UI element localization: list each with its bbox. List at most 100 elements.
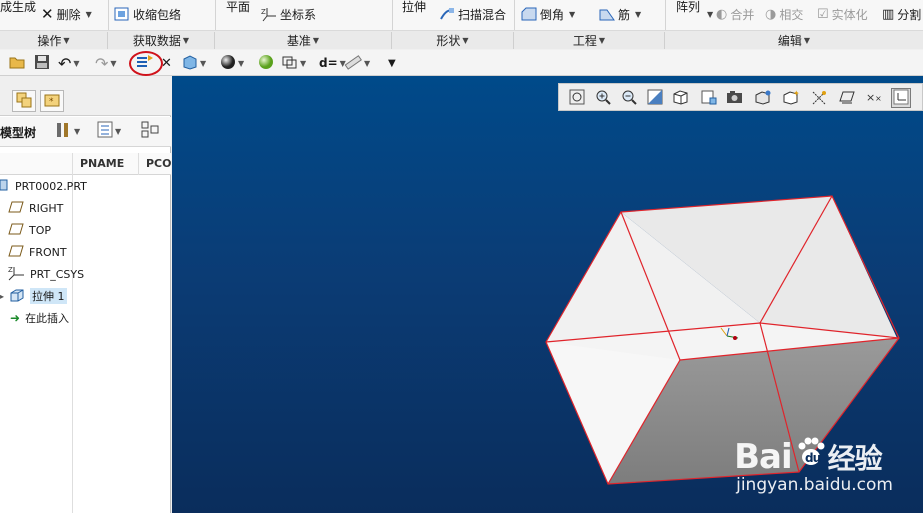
- intersect-button[interactable]: ◑ 相交: [765, 4, 803, 24]
- column-pname[interactable]: PNAME: [80, 157, 124, 170]
- csys-icon: Z: [8, 265, 25, 284]
- display-style-button[interactable]: ▼: [220, 54, 244, 72]
- group-editing-label: 编辑: [777, 34, 802, 48]
- group-editing[interactable]: 编辑 ▼: [665, 32, 923, 49]
- undo-icon: ↶: [58, 53, 72, 73]
- ribbon-group-bar: 操作 ▼ 获取数据 ▼ 基准 ▼ 形状 ▼ 工程 ▼ 编辑 ▼: [0, 30, 923, 49]
- rib-button[interactable]: 筋 ▼: [599, 4, 641, 24]
- part-icon: [0, 178, 10, 195]
- expand-arrow-icon[interactable]: ▸: [0, 292, 4, 301]
- extrude-button[interactable]: 拉伸: [402, 0, 426, 16]
- chevron-down-icon: ▼: [300, 58, 307, 68]
- list-settings-icon: [97, 121, 113, 141]
- tree-filters-button[interactable]: ▼: [97, 121, 122, 141]
- merge-icon: ◐: [716, 6, 728, 22]
- tab-folder-browser[interactable]: *: [40, 90, 64, 112]
- svg-text:Z: Z: [8, 266, 13, 274]
- sweep-blend-button[interactable]: 扫描混合: [439, 4, 506, 24]
- plane-button[interactable]: 平面: [226, 0, 250, 16]
- intersect-icon: ◑: [765, 6, 777, 22]
- tree-item-part[interactable]: PRT0002.PRT: [0, 176, 87, 196]
- plane-label: 平面: [226, 0, 251, 14]
- csys-button[interactable]: Z 坐标系: [261, 4, 316, 24]
- insert-here-arrow-icon: ➜: [10, 311, 21, 325]
- saved-orientation-button[interactable]: ▼: [181, 54, 206, 72]
- chevron-down-icon: ▼: [707, 9, 714, 19]
- group-operations[interactable]: 操作 ▼: [0, 32, 108, 49]
- shrinkwrap-button[interactable]: 收缩包络: [114, 4, 181, 24]
- chevron-down-icon: ▼: [364, 58, 371, 68]
- customize-toolbar-button[interactable]: ▼: [388, 54, 396, 72]
- tree-item-label: RIGHT: [29, 201, 64, 215]
- chevron-down-icon: ▼: [462, 36, 469, 45]
- tools-icon: [54, 121, 72, 142]
- save-button[interactable]: [34, 54, 50, 72]
- divider: [514, 0, 515, 30]
- ribbon-command-row: 成生成 ✕ 删除 ▼ 收缩包络 平面 Z 坐标系 拉伸 扫描混合 倒角 ▼ 筋 …: [0, 0, 923, 30]
- sweep-blend-icon: [439, 6, 455, 22]
- open-button[interactable]: [9, 54, 26, 72]
- divider: [108, 0, 109, 30]
- ribbon: 成生成 ✕ 删除 ▼ 收缩包络 平面 Z 坐标系 拉伸 扫描混合 倒角 ▼ 筋 …: [0, 0, 923, 49]
- column-pco[interactable]: PCO: [146, 157, 172, 170]
- chevron-down-icon: ▼: [200, 58, 207, 68]
- tree-item-csys[interactable]: Z PRT_CSYS: [8, 264, 84, 284]
- group-shapes-label: 形状: [436, 34, 461, 48]
- intersect-label: 相交: [779, 7, 804, 22]
- tree-item-top[interactable]: TOP: [8, 220, 51, 240]
- model-tree-panel: * 模型树 ▼ ▼ PNAME PCO PRT0002.PRT RIGHT TO…: [0, 76, 172, 513]
- sweep-blend-label: 扫描混合: [458, 7, 507, 22]
- merge-button[interactable]: ◐ 合并: [716, 4, 754, 24]
- chamfer-button[interactable]: 倒角 ▼: [521, 4, 575, 24]
- tree-item-right[interactable]: RIGHT: [8, 198, 63, 218]
- tree-item-label: TOP: [29, 223, 52, 237]
- merge-label: 合并: [730, 7, 755, 22]
- csys-icon: Z: [261, 6, 277, 22]
- delete-button[interactable]: ✕ 删除 ▼: [41, 4, 92, 24]
- extrude-label: 拉伸: [402, 0, 427, 14]
- measure-button[interactable]: ▼: [344, 54, 370, 72]
- model-tree-title: 模型树: [0, 126, 37, 140]
- redo-button[interactable]: ↷ ▼: [95, 54, 117, 73]
- chevron-down-icon: ▼: [238, 58, 245, 68]
- pattern-button[interactable]: 阵列: [676, 0, 700, 16]
- chevron-down-icon: ▼: [85, 9, 92, 19]
- dimension-toggle-button[interactable]: d= ▼: [319, 54, 346, 72]
- appearance-button[interactable]: [258, 54, 274, 72]
- customize-arrow-icon: ▼: [388, 57, 396, 69]
- chevron-down-icon: ▼: [115, 126, 122, 136]
- datum-display-button[interactable]: ▼: [281, 54, 306, 72]
- divider: [215, 0, 216, 30]
- ruler-icon: [344, 54, 362, 73]
- tree-item-insert-here[interactable]: ➜ 在此插入: [10, 308, 69, 328]
- chevron-down-icon: ▼: [569, 9, 576, 19]
- tree-settings-button[interactable]: ▼: [54, 122, 80, 140]
- save-icon: [34, 54, 50, 73]
- tree-item-label: PRT0002.PRT: [15, 179, 87, 193]
- group-engineering[interactable]: 工程 ▼: [514, 32, 665, 49]
- undo-button[interactable]: ↶ ▼: [58, 53, 80, 73]
- tab-model-tree[interactable]: [12, 90, 36, 112]
- group-datum[interactable]: 基准 ▼: [215, 32, 392, 49]
- tree-item-extrude[interactable]: ▸ 拉伸 1: [0, 286, 67, 306]
- tree-item-front[interactable]: FRONT: [8, 242, 67, 262]
- pattern-dropdown[interactable]: ▼: [705, 4, 713, 24]
- chevron-down-icon: ▼: [74, 126, 81, 136]
- divider: [665, 0, 666, 30]
- solidify-button[interactable]: ☑ 实体化: [817, 4, 868, 24]
- chevron-down-icon: ▼: [598, 36, 606, 45]
- generate-label: 成生成: [0, 0, 37, 14]
- svg-text:du: du: [805, 451, 821, 465]
- group-get-data[interactable]: 获取数据 ▼: [108, 32, 215, 49]
- solidify-label: 实体化: [831, 7, 868, 22]
- group-shapes[interactable]: 形状 ▼: [392, 32, 514, 49]
- delete-x-icon: ✕: [41, 5, 54, 23]
- tree-columns-button[interactable]: [141, 121, 161, 140]
- datum-plane-icon: [8, 223, 24, 238]
- highlight-annotation-circle: [129, 51, 163, 76]
- generate-button[interactable]: 成生成: [0, 0, 36, 16]
- graphics-viewport[interactable]: ✦ × × Bai du 经验 jingyan.baidu.com: [172, 76, 923, 513]
- split-button[interactable]: ▥ 分割: [882, 4, 921, 24]
- divider: [392, 0, 393, 30]
- shaded-sphere-icon: [220, 54, 236, 73]
